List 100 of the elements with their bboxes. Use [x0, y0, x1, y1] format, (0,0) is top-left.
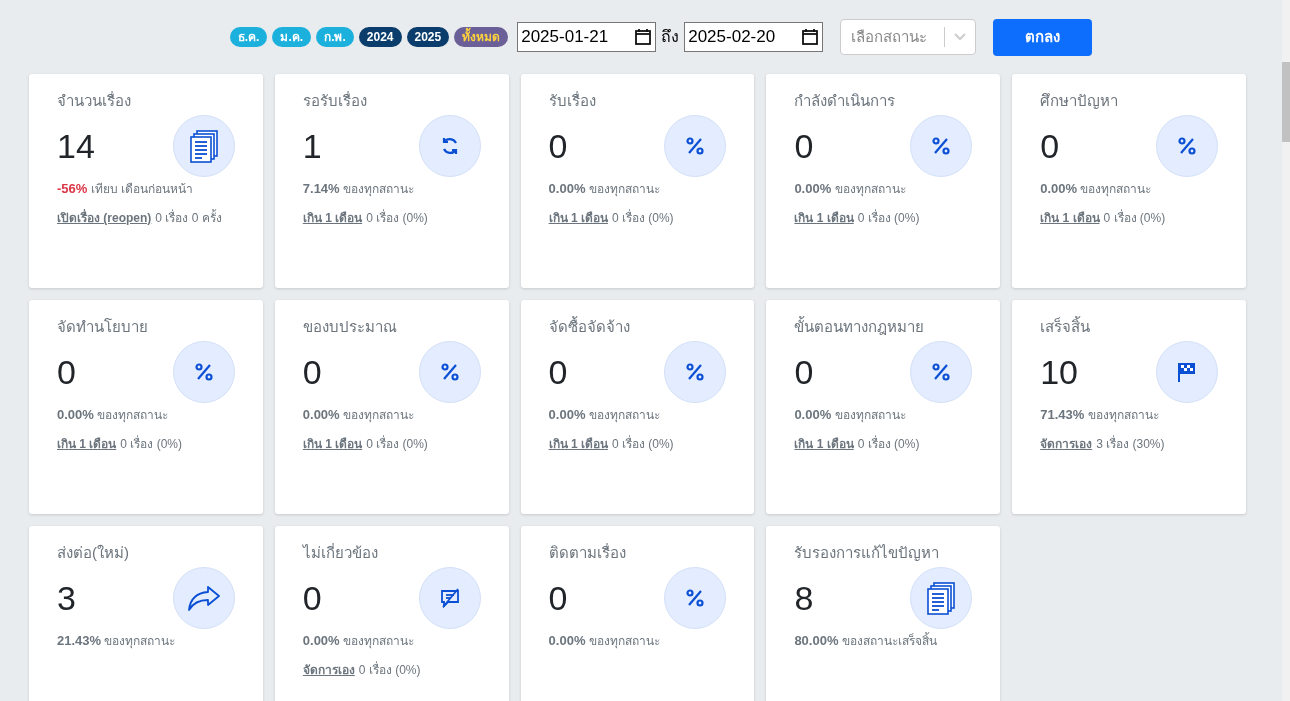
card-stat: 71.43% ของทุกสถานะ — [1040, 406, 1160, 425]
percent-value: 71.43% — [1040, 407, 1085, 422]
percent-value: 0.00% — [548, 181, 586, 196]
card-link[interactable]: เกิน 1 เดือน — [548, 208, 608, 227]
submit-button[interactable]: ตกลง — [993, 18, 1093, 56]
checkered-flag-icon — [1177, 361, 1197, 383]
card-link-note: 0 เรื่อง (0%) — [1103, 208, 1166, 227]
card-link-note: 0 เรื่อง 0 ครั้ง — [155, 208, 222, 227]
percent-value: 7.14% — [302, 181, 340, 196]
percent-value: 0.00% — [794, 181, 832, 196]
card-value: 0 — [548, 352, 568, 392]
card-title: ของบประมาณ — [302, 317, 398, 337]
card-title: จัดซื้อจัดจ้าง — [548, 316, 631, 337]
percent-icon — [685, 588, 706, 608]
card-stat: 0.00% ของทุกสถานะ — [302, 406, 415, 425]
percent-value: 0.00% — [302, 633, 340, 648]
card-value: 0 — [1040, 126, 1060, 166]
card-value: 0 — [794, 126, 814, 166]
percent-icon — [931, 362, 952, 382]
card-link[interactable]: เกิน 1 เดือน — [794, 434, 854, 453]
card-value: 14 — [57, 126, 95, 166]
percent-value: 0.00% — [1040, 181, 1078, 196]
card-stat: 0.00% ของทุกสถานะ — [548, 180, 661, 199]
card-value: 3 — [57, 578, 76, 618]
percent-icon — [685, 362, 706, 382]
filter-chip[interactable]: 2024 — [358, 27, 402, 47]
card-value: 8 — [794, 578, 814, 618]
card-stat: 0.00% ของทุกสถานะ — [302, 632, 415, 651]
card-link[interactable]: จัดการเอง — [302, 660, 355, 679]
percent-value: 0.00% — [57, 407, 94, 422]
card-link-note: 0 เรื่อง (0%) — [366, 434, 428, 453]
percent-value: 0.00% — [794, 407, 832, 422]
filter-chip[interactable]: ทั้งหมด — [454, 27, 509, 47]
card-link[interactable]: เกิน 1 เดือน — [57, 434, 117, 453]
chat-slash-icon — [438, 587, 461, 609]
percent-icon — [439, 362, 460, 382]
card-stat: 0.00% ของทุกสถานะ — [794, 406, 907, 425]
percent-value: 0.00% — [548, 407, 586, 422]
card-stat: 0.00% ของทุกสถานะ — [548, 406, 661, 425]
status-select[interactable]: เลือกสถานะ — [840, 19, 977, 55]
date-field[interactable]: 2025-01-21 — [517, 22, 657, 52]
calendar-icon[interactable] — [801, 28, 820, 46]
card-title: รอรับเรื่อง — [302, 90, 368, 111]
percent-icon — [1177, 136, 1197, 156]
percent-value: 80.00% — [794, 633, 839, 648]
percent-value: 0.00% — [302, 407, 340, 422]
card-title: ติดตามเรื่อง — [548, 542, 627, 563]
share-arrow-icon — [186, 585, 221, 611]
card-title: จำนวนเรื่อง — [57, 90, 132, 111]
card-stat: -56% เทียบ เดือนก่อนหน้า — [57, 180, 195, 198]
card-title: ไม่เกี่ยวข้อง — [302, 542, 379, 563]
card-stat: 0.00% ของทุกสถานะ — [57, 406, 170, 425]
card-link-note: 0 เรื่อง (0%) — [857, 208, 920, 227]
card-link[interactable]: เกิน 1 เดือน — [302, 434, 363, 453]
card-link[interactable]: เกิน 1 เดือน — [548, 434, 608, 453]
card-value: 0 — [302, 578, 322, 618]
percent-value: 0.00% — [548, 633, 586, 648]
card-value: 0 — [302, 352, 322, 392]
percent-value: 21.43% — [57, 633, 102, 648]
card-link[interactable]: เปิดเรื่อง (reopen) — [57, 208, 152, 227]
percent-value: -56% — [57, 181, 88, 196]
scrollbar[interactable] — [1282, 0, 1290, 701]
card-value: 0 — [57, 352, 76, 392]
card-title: ขั้นตอนทางกฎหมาย — [794, 316, 926, 337]
filter-chip[interactable]: 2025 — [406, 27, 450, 47]
filter-chip[interactable]: ธ.ค. — [229, 27, 268, 47]
card-link[interactable]: จัดการเอง — [1040, 434, 1093, 453]
card-value: 0 — [548, 578, 568, 618]
card-stat: 0.00% ของทุกสถานะ — [548, 632, 661, 651]
calendar-icon[interactable] — [634, 28, 653, 46]
filter-chip[interactable]: ก.พ. — [316, 27, 354, 47]
date-field[interactable]: 2025-02-20 — [684, 22, 824, 52]
card-value: 10 — [1040, 352, 1078, 392]
card-link-note: 0 เรื่อง (0%) — [611, 208, 674, 227]
chevron-down-icon — [953, 32, 968, 42]
card-link-note: 0 เรื่อง (0%) — [611, 434, 674, 453]
range-label: ถึง — [661, 27, 680, 47]
card-stat: 21.43% ของทุกสถานะ — [57, 632, 177, 651]
card-title: รับเรื่อง — [548, 90, 597, 111]
filter-chip[interactable]: ม.ค. — [272, 27, 312, 47]
card-value: 0 — [794, 352, 814, 392]
card-link-note: 0 เรื่อง (0%) — [366, 208, 428, 227]
card-title: จัดทำนโยบาย — [57, 317, 149, 337]
card-value: 0 — [548, 126, 568, 166]
percent-icon — [931, 136, 952, 156]
card-link[interactable]: เกิน 1 เดือน — [794, 208, 854, 227]
card-link[interactable]: เกิน 1 เดือน — [302, 208, 363, 227]
card-title: กำลังดำเนินการ — [794, 91, 897, 111]
card-stat: 80.00% ของสถานะเสร็จสิ้น — [794, 631, 938, 650]
percent-icon — [193, 362, 214, 382]
card-title: เสร็จสิ้น — [1040, 316, 1092, 337]
percent-icon — [685, 136, 706, 156]
card-link-note: 3 เรื่อง (30%) — [1096, 434, 1165, 453]
card-value: 1 — [302, 126, 322, 166]
card-stat: 7.14% ของทุกสถานะ — [302, 180, 415, 199]
card-title: ส่งต่อ(ใหม่) — [57, 543, 130, 563]
card-link-note: 0 เรื่อง (0%) — [120, 434, 183, 453]
card-stat: 0.00% ของทุกสถานะ — [794, 180, 907, 199]
card-link[interactable]: เกิน 1 เดือน — [1040, 208, 1100, 227]
card-stat: 0.00% ของทุกสถานะ — [1040, 180, 1153, 199]
